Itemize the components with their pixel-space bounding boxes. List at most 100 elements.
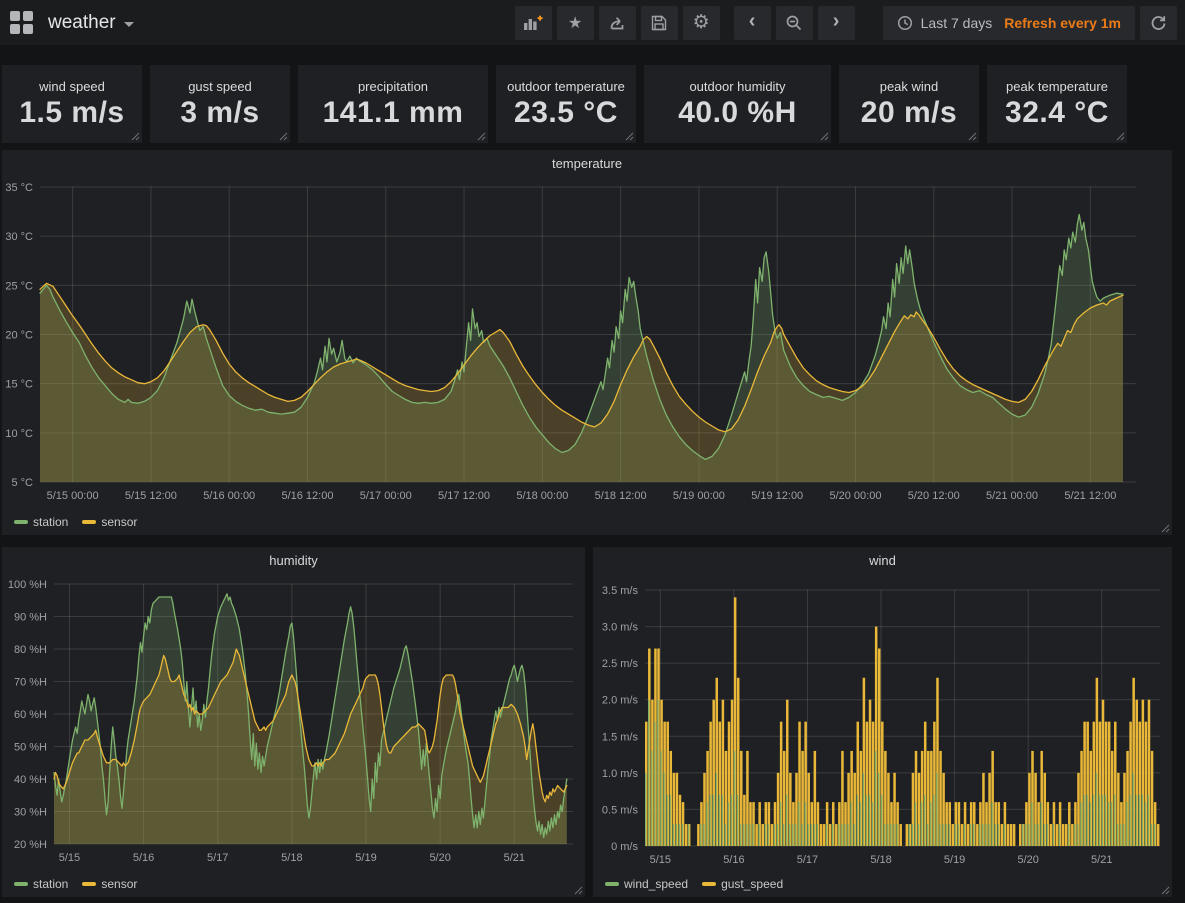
chevron-left-icon: ‹ (749, 10, 756, 33)
zoom-out-button[interactable] (776, 6, 813, 40)
stat-value: 1.5 m/s (19, 96, 124, 130)
star-icon: ★ (568, 13, 582, 33)
svg-text:5/20 00:00: 5/20 00:00 (829, 490, 881, 502)
panel-resize-handle[interactable] (1161, 524, 1170, 533)
legend-color-swatch (702, 882, 716, 886)
time-nav-group: ‹ › (734, 6, 855, 40)
share-dashboard-button[interactable] (599, 6, 636, 40)
stat-value: 32.4 °C (1005, 96, 1109, 130)
svg-text:5/15 00:00: 5/15 00:00 (47, 490, 99, 502)
panel-resize-handle[interactable] (820, 132, 829, 141)
svg-text:5/16: 5/16 (133, 852, 154, 864)
refresh-icon (1150, 14, 1167, 31)
temperature-chart[interactable]: 5/15 00:005/15 12:005/16 00:005/16 12:00… (2, 176, 1172, 509)
panel-resize-handle[interactable] (625, 132, 634, 141)
svg-text:5/15 12:00: 5/15 12:00 (125, 490, 177, 502)
clock-icon (897, 15, 913, 31)
temperature-chart-panel: temperature 5/15 00:005/15 12:005/16 00:… (2, 150, 1172, 535)
humidity-legend: station sensor (2, 871, 585, 897)
panel-resize-handle[interactable] (477, 132, 486, 141)
add-panel-icon (523, 14, 543, 32)
temperature-legend: station sensor (2, 509, 1172, 535)
legend-item-station[interactable]: station (14, 515, 68, 529)
legend-color-swatch (605, 882, 619, 886)
stat-title: precipitation (358, 79, 428, 94)
svg-text:5/20: 5/20 (1017, 854, 1038, 866)
legend-color-swatch (14, 520, 28, 524)
svg-text:35 °C: 35 °C (5, 182, 33, 194)
add-panel-button[interactable] (515, 6, 552, 40)
stat-value: 20 m/s (861, 96, 957, 130)
svg-text:80 %H: 80 %H (14, 644, 47, 656)
stat-panel-peak-temperature[interactable]: peak temperature 32.4 °C (987, 65, 1127, 143)
time-range-label: Last 7 days (921, 15, 993, 31)
stat-panel-outdoor-temperature[interactable]: outdoor temperature 23.5 °C (496, 65, 636, 143)
svg-text:5/17: 5/17 (207, 852, 228, 864)
legend-item-wind-speed[interactable]: wind_speed (605, 877, 688, 891)
svg-text:5/15: 5/15 (650, 854, 671, 866)
stat-title: outdoor humidity (689, 79, 785, 94)
svg-text:15 °C: 15 °C (5, 379, 33, 391)
panel-resize-handle[interactable] (968, 132, 977, 141)
svg-text:90 %H: 90 %H (14, 612, 47, 624)
svg-text:5/21 12:00: 5/21 12:00 (1064, 490, 1116, 502)
caret-down-icon (124, 22, 134, 27)
stat-panel-precipitation[interactable]: precipitation 141.1 mm (298, 65, 488, 143)
stat-title: gust speed (188, 79, 252, 94)
legend-label: station (33, 877, 68, 891)
dashboard-settings-button[interactable]: ⚙ (683, 6, 720, 40)
legend-item-sensor[interactable]: sensor (82, 877, 137, 891)
panel-resize-handle[interactable] (1116, 132, 1125, 141)
stat-value: 141.1 mm (323, 96, 464, 130)
wind-chart-panel: wind 5/155/165/175/185/195/205/213.5 m/s… (593, 547, 1172, 897)
dashboard-toolbar: ★ ⚙ (515, 6, 720, 40)
panel-resize-handle[interactable] (131, 132, 140, 141)
grafana-apps-grid-icon[interactable] (10, 11, 34, 35)
bottom-panel-row: humidity 5/155/165/175/185/195/205/21100… (2, 547, 1185, 897)
svg-text:10 °C: 10 °C (5, 428, 33, 440)
stat-value: 23.5 °C (514, 96, 618, 130)
panel-title[interactable]: humidity (2, 547, 585, 573)
svg-text:5/21: 5/21 (1091, 854, 1112, 866)
legend-label: station (33, 515, 68, 529)
settings-gear-icon: ⚙ (693, 11, 710, 34)
stat-panel-outdoor-humidity[interactable]: outdoor humidity 40.0 %H (644, 65, 831, 143)
panel-resize-handle[interactable] (279, 132, 288, 141)
top-nav-bar: weather ★ (0, 0, 1185, 45)
star-dashboard-button[interactable]: ★ (557, 6, 594, 40)
panel-title[interactable]: temperature (2, 150, 1172, 176)
stat-title: peak temperature (1006, 79, 1108, 94)
stat-panel-row: wind speed 1.5 m/s gust speed 3 m/s prec… (2, 65, 1185, 143)
panel-resize-handle[interactable] (1161, 886, 1170, 895)
stat-panel-wind-speed[interactable]: wind speed 1.5 m/s (2, 65, 142, 143)
svg-text:5/20: 5/20 (429, 852, 450, 864)
time-back-button[interactable]: ‹ (734, 6, 771, 40)
svg-text:60 %H: 60 %H (14, 709, 47, 721)
zoom-out-icon (785, 14, 803, 32)
svg-text:1.5 m/s: 1.5 m/s (602, 731, 639, 743)
stat-panel-peak-wind[interactable]: peak wind 20 m/s (839, 65, 979, 143)
stat-panel-gust-speed[interactable]: gust speed 3 m/s (150, 65, 290, 143)
time-picker-button[interactable]: Last 7 days Refresh every 1m (883, 6, 1135, 40)
wind-chart[interactable]: 5/155/165/175/185/195/205/213.5 m/s3.0 m… (593, 573, 1172, 871)
svg-text:30 °C: 30 °C (5, 231, 33, 243)
svg-text:40 %H: 40 %H (14, 774, 47, 786)
svg-text:20 °C: 20 °C (5, 330, 33, 342)
legend-color-swatch (82, 520, 96, 524)
legend-item-station[interactable]: station (14, 877, 68, 891)
svg-text:5/19: 5/19 (944, 854, 965, 866)
humidity-chart[interactable]: 5/155/165/175/185/195/205/21100 %H90 %H8… (2, 573, 585, 871)
save-dashboard-button[interactable] (641, 6, 678, 40)
svg-text:0.5 m/s: 0.5 m/s (602, 804, 639, 816)
legend-item-gust-speed[interactable]: gust_speed (702, 877, 783, 891)
refresh-button[interactable] (1140, 6, 1177, 40)
time-forward-button[interactable]: › (818, 6, 855, 40)
svg-text:5/18 12:00: 5/18 12:00 (595, 490, 647, 502)
panel-title[interactable]: wind (593, 547, 1172, 573)
chevron-right-icon: › (833, 10, 840, 33)
stat-title: wind speed (39, 79, 105, 94)
panel-resize-handle[interactable] (574, 886, 583, 895)
dashboard-title-menu[interactable]: weather (48, 12, 134, 34)
svg-text:5/21: 5/21 (504, 852, 525, 864)
legend-item-sensor[interactable]: sensor (82, 515, 137, 529)
